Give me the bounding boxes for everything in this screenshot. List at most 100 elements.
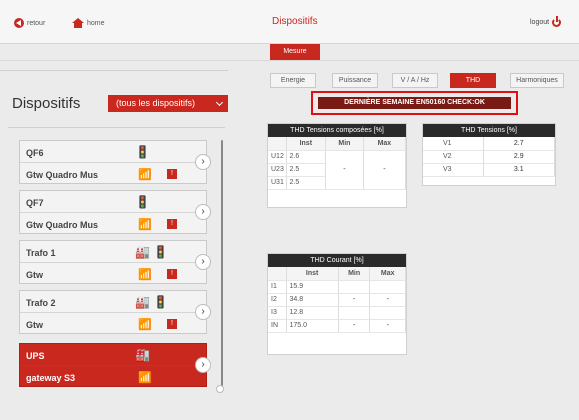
min-value — [338, 280, 371, 294]
breaker-icon: 🚦 — [153, 295, 168, 309]
max-value: - — [369, 319, 406, 333]
table-row: IN 175.0 - - — [268, 319, 406, 333]
mesure-button[interactable]: Mesure — [270, 44, 320, 60]
min-value: - — [325, 150, 364, 190]
inst-value: 2.5 — [286, 163, 327, 177]
alert-badge[interactable]: ! — [167, 269, 177, 279]
gateway-name: Gtw Quadro Mus — [26, 220, 98, 230]
table-row: V2 2.9 — [423, 150, 555, 164]
page-title: Dispositifs — [272, 16, 318, 27]
tab-thd[interactable]: THD — [450, 73, 496, 88]
thd-tensions-table: THD Tensions [%] V1 2.7 V2 2.9 V3 3.1 — [422, 123, 556, 186]
column-header: Min — [325, 137, 364, 151]
breaker-icon: 🚦 — [135, 145, 150, 159]
inst-value: 34.8 — [286, 293, 339, 307]
gateway-name: Gtw — [26, 270, 43, 280]
row-label: U23 — [268, 163, 287, 177]
thd-courant-table: THD Courant [%] Inst Min Max I1 15.9 I2 … — [267, 253, 407, 355]
tab-energie[interactable]: Energie — [270, 73, 316, 88]
table-row: V1 2.7 — [423, 137, 555, 151]
scroll-handle[interactable] — [216, 385, 224, 393]
transformer-icon: 🏭 — [135, 295, 150, 309]
inst-value: 12.8 — [286, 306, 339, 320]
breaker-icon: 🚦 — [135, 195, 150, 209]
table-row: I2 34.8 - - — [268, 293, 406, 307]
gateway-name: Gtw Quadro Mus — [26, 170, 98, 180]
alert-badge[interactable]: ! — [167, 219, 177, 229]
min-value — [338, 306, 371, 320]
max-value: - — [363, 150, 407, 190]
table-row: I3 12.8 — [268, 306, 406, 320]
check-highlight: DERNIÈRE SEMAINE EN50160 CHECK:OK — [311, 91, 518, 115]
device-card-selected[interactable]: UPS 🏭 gateway S3 📶 — [19, 343, 207, 387]
inst-value: 15.9 — [286, 280, 339, 294]
max-value — [369, 280, 406, 294]
table-title: THD Tensions composées [%] — [268, 124, 406, 137]
home-label: home — [87, 19, 105, 27]
home-link[interactable]: home — [72, 18, 105, 28]
min-value: - — [338, 293, 371, 307]
row-label: IN — [268, 319, 287, 333]
table-row: U12 2.6 - - — [268, 150, 407, 190]
back-link[interactable]: retour — [14, 18, 45, 28]
logout-label: logout — [530, 19, 550, 26]
tab-puissance[interactable]: Puissance — [332, 73, 378, 88]
inst-value: 2.6 — [286, 150, 327, 164]
tab-v-a-hz[interactable]: V / A / Hz — [392, 73, 438, 88]
wifi-icon: 📶 — [138, 269, 152, 281]
column-header: Min — [338, 267, 371, 281]
chevron-right-icon[interactable]: › — [195, 204, 211, 220]
row-label: U31 — [268, 176, 287, 190]
device-name: QF6 — [26, 148, 44, 158]
thd-composees-table: THD Tensions composées [%] Inst Min Max … — [267, 123, 407, 208]
row-label: V3 — [423, 163, 484, 177]
gateway-name: gateway S3 — [26, 373, 76, 383]
wifi-icon: 📶 — [138, 319, 152, 331]
chevron-down-icon — [215, 98, 224, 107]
inst-value: 2.5 — [286, 176, 327, 190]
table-row: V3 3.1 — [423, 163, 555, 177]
chevron-right-icon[interactable]: › — [195, 254, 211, 270]
column-header: Inst — [286, 267, 339, 281]
divider — [0, 70, 228, 71]
row-label: I1 — [268, 280, 287, 294]
max-value — [369, 306, 406, 320]
alert-badge[interactable]: ! — [167, 319, 177, 329]
device-card[interactable]: QF7 🚦 Gtw Quadro Mus 📶 ! — [19, 190, 207, 234]
table-title: THD Courant [%] — [268, 254, 406, 267]
scrollbar[interactable] — [221, 140, 223, 386]
min-value: - — [338, 319, 371, 333]
divider — [0, 60, 579, 61]
device-card[interactable]: Trafo 1 🏭 🚦 Gtw 📶 ! — [19, 240, 207, 284]
device-filter-select[interactable]: (tous les dispositifs) — [108, 95, 228, 112]
value: 2.9 — [483, 150, 555, 164]
device-card[interactable]: QF6 🚦 Gtw Quadro Mus 📶 ! — [19, 140, 207, 184]
wifi-icon: 📶 — [138, 372, 152, 384]
column-header: Max — [363, 137, 407, 151]
sidebar-title: Dispositifs — [12, 95, 81, 112]
row-label: U12 — [268, 150, 287, 164]
value: 2.7 — [483, 137, 555, 151]
chevron-right-icon[interactable]: › — [195, 357, 211, 373]
device-name: QF7 — [26, 198, 44, 208]
column-header: Inst — [286, 137, 327, 151]
column-header: Max — [369, 267, 406, 281]
alert-badge[interactable]: ! — [167, 169, 177, 179]
value: 3.1 — [483, 163, 555, 177]
transformer-icon: 🏭 — [135, 245, 150, 259]
logout-button[interactable]: logout — [530, 16, 562, 27]
device-card[interactable]: Trafo 2 🏭 🚦 Gtw 📶 ! — [19, 290, 207, 334]
tab-harmoniques[interactable]: Harmoniques — [510, 73, 564, 88]
chevron-right-icon[interactable]: › — [195, 304, 211, 320]
device-name: Trafo 2 — [26, 298, 56, 308]
check-banner: DERNIÈRE SEMAINE EN50160 CHECK:OK — [318, 97, 511, 109]
breaker-icon: 🚦 — [153, 245, 168, 259]
power-icon — [552, 16, 562, 27]
max-value: - — [369, 293, 406, 307]
back-arrow-icon — [14, 18, 24, 28]
chevron-right-icon[interactable]: › — [195, 154, 211, 170]
transformer-icon: 🏭 — [135, 348, 150, 362]
row-label: I3 — [268, 306, 287, 320]
divider — [8, 127, 225, 128]
wifi-icon: 📶 — [138, 219, 152, 231]
